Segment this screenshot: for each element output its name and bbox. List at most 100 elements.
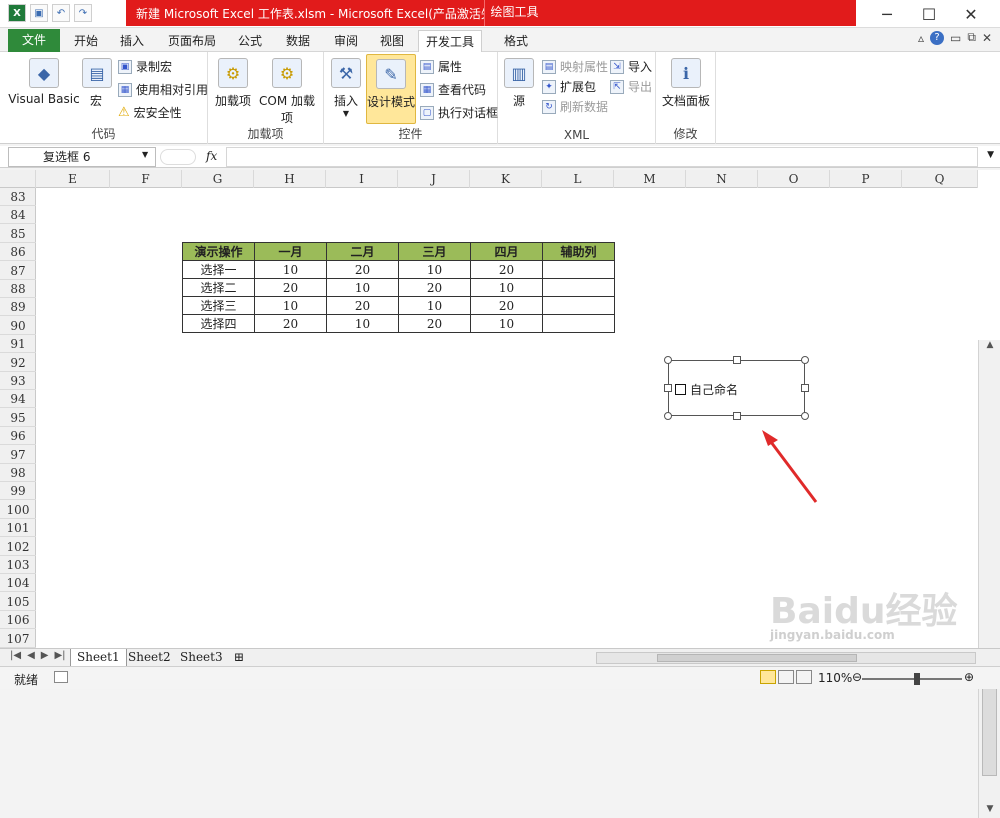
new-sheet-icon[interactable]: ⊞ xyxy=(228,649,250,667)
table-cell[interactable]: 10 xyxy=(254,296,327,315)
table-cell[interactable]: 20 xyxy=(326,296,399,315)
properties-button[interactable]: ▤ 属性 xyxy=(420,58,462,75)
window-restore-icon[interactable]: ⧉ xyxy=(967,30,976,45)
macro-record-icon[interactable] xyxy=(54,671,68,683)
com-addins-button[interactable]: ⚙ COM 加载项 xyxy=(254,58,320,126)
tab-insert[interactable]: 插入 xyxy=(112,30,152,52)
table-cell[interactable]: 20 xyxy=(470,260,543,279)
row-header[interactable]: 92 xyxy=(0,354,36,372)
column-header[interactable]: I xyxy=(326,170,398,188)
sheet-tab-sheet1[interactable]: Sheet1 xyxy=(70,649,127,667)
row-header[interactable]: 85 xyxy=(0,225,36,243)
sheet-tab-sheet2[interactable]: Sheet2 xyxy=(122,649,177,667)
refresh-data-button[interactable]: ↻ 刷新数据 xyxy=(542,98,608,115)
resize-handle[interactable] xyxy=(801,356,809,364)
row-header[interactable]: 89 xyxy=(0,298,36,317)
macro-security-button[interactable]: ⚠ 宏安全性 xyxy=(118,104,182,121)
tab-developer[interactable]: 开发工具 xyxy=(418,30,482,52)
table-cell[interactable]: 10 xyxy=(398,296,471,315)
expansion-pack-button[interactable]: ✦ 扩展包 xyxy=(542,78,596,95)
row-header[interactable]: 98 xyxy=(0,464,36,482)
formula-input[interactable] xyxy=(226,147,978,167)
table-cell[interactable]: 20 xyxy=(398,278,471,297)
row-header[interactable]: 96 xyxy=(0,427,36,446)
row-header[interactable]: 103 xyxy=(0,556,36,574)
scroll-thumb[interactable] xyxy=(982,680,997,776)
sheet-tab-sheet3[interactable]: Sheet3 xyxy=(174,649,229,667)
zoom-in-icon[interactable]: ⊕ xyxy=(964,670,974,684)
zoom-slider[interactable] xyxy=(862,678,962,680)
xml-export-button[interactable]: ⇱ 导出 xyxy=(610,78,652,95)
column-header[interactable]: J xyxy=(398,170,470,188)
column-header[interactable]: E xyxy=(36,170,110,188)
run-dialog-button[interactable]: ▢ 执行对话框 xyxy=(420,104,498,121)
save-icon[interactable]: ▣ xyxy=(30,4,48,22)
zoom-out-icon[interactable]: ⊖ xyxy=(852,670,862,684)
relative-reference-button[interactable]: ▦ 使用相对引用 xyxy=(118,81,208,98)
resize-handle[interactable] xyxy=(801,412,809,420)
tab-review[interactable]: 审阅 xyxy=(326,30,366,52)
row-header[interactable]: 83 xyxy=(0,188,36,206)
resize-handle[interactable] xyxy=(664,384,672,392)
last-sheet-icon[interactable]: ▶| xyxy=(54,650,65,661)
sheet-cells[interactable]: 演示操作 一月 二月 三月 四月 辅助列 选择一 10 20 10 20 选择二… xyxy=(36,188,978,648)
table-header-cell[interactable]: 三月 xyxy=(398,242,471,261)
normal-view-icon[interactable] xyxy=(760,670,776,684)
column-header[interactable]: P xyxy=(830,170,902,188)
table-cell[interactable]: 20 xyxy=(254,314,327,333)
table-header-cell[interactable]: 演示操作 xyxy=(182,242,255,261)
table-cell[interactable]: 10 xyxy=(470,314,543,333)
table-cell[interactable]: 选择四 xyxy=(182,314,255,333)
row-header[interactable]: 90 xyxy=(0,317,36,335)
column-header[interactable]: M xyxy=(614,170,686,188)
row-header[interactable]: 95 xyxy=(0,409,36,427)
column-header[interactable]: N xyxy=(686,170,758,188)
xml-source-button[interactable]: ▥ 源 xyxy=(504,58,534,109)
expand-formula-bar-icon[interactable]: ▼ xyxy=(987,150,994,160)
table-cell[interactable]: 10 xyxy=(326,314,399,333)
resize-handle[interactable] xyxy=(733,356,741,364)
table-cell[interactable]: 选择二 xyxy=(182,278,255,297)
view-code-button[interactable]: ▦ 查看代码 xyxy=(420,81,486,98)
tab-view[interactable]: 视图 xyxy=(372,30,412,52)
collapse-ribbon-icon[interactable]: ▵ xyxy=(918,31,924,45)
undo-icon[interactable]: ↶ xyxy=(52,4,70,22)
row-header[interactable]: 102 xyxy=(0,538,36,556)
xml-import-button[interactable]: ⇲ 导入 xyxy=(610,58,652,75)
table-cell[interactable]: 20 xyxy=(326,260,399,279)
table-cell[interactable]: 选择一 xyxy=(182,260,255,279)
row-header[interactable]: 87 xyxy=(0,262,36,280)
row-header[interactable]: 100 xyxy=(0,501,36,519)
row-header[interactable]: 106 xyxy=(0,611,36,630)
tab-home[interactable]: 开始 xyxy=(66,30,106,52)
design-mode-button[interactable]: ✎ 设计模式 xyxy=(366,54,416,124)
minimize-button[interactable]: ─ xyxy=(866,0,908,28)
table-cell[interactable]: 10 xyxy=(254,260,327,279)
row-header[interactable]: 99 xyxy=(0,482,36,501)
insert-function-icon[interactable]: fx xyxy=(206,149,217,163)
redo-icon[interactable]: ↷ xyxy=(74,4,92,22)
column-header[interactable]: K xyxy=(470,170,542,188)
prev-sheet-icon[interactable]: ◀ xyxy=(27,650,35,661)
tab-data[interactable]: 数据 xyxy=(278,30,318,52)
table-cell[interactable]: 10 xyxy=(398,260,471,279)
table-cell[interactable]: 选择三 xyxy=(182,296,255,315)
table-cell[interactable] xyxy=(542,314,615,333)
macro-button[interactable]: ▤ 宏 xyxy=(82,58,112,109)
row-header[interactable]: 86 xyxy=(0,243,36,262)
table-cell[interactable]: 20 xyxy=(398,314,471,333)
name-box[interactable]: 复选框 6 xyxy=(8,147,156,167)
table-cell[interactable] xyxy=(542,278,615,297)
column-header[interactable]: G xyxy=(182,170,254,188)
page-layout-view-icon[interactable] xyxy=(778,670,794,684)
checkbox-square[interactable] xyxy=(675,384,686,395)
row-header[interactable]: 101 xyxy=(0,519,36,538)
page-break-view-icon[interactable] xyxy=(796,670,812,684)
excel-app-icon[interactable]: X xyxy=(8,4,26,22)
zoom-slider-knob[interactable] xyxy=(914,673,920,685)
resize-handle[interactable] xyxy=(801,384,809,392)
vertical-scrollbar[interactable]: ▲ ▼ xyxy=(978,340,1000,818)
next-sheet-icon[interactable]: ▶ xyxy=(41,650,49,661)
row-header[interactable]: 104 xyxy=(0,574,36,593)
table-cell[interactable]: 10 xyxy=(326,278,399,297)
